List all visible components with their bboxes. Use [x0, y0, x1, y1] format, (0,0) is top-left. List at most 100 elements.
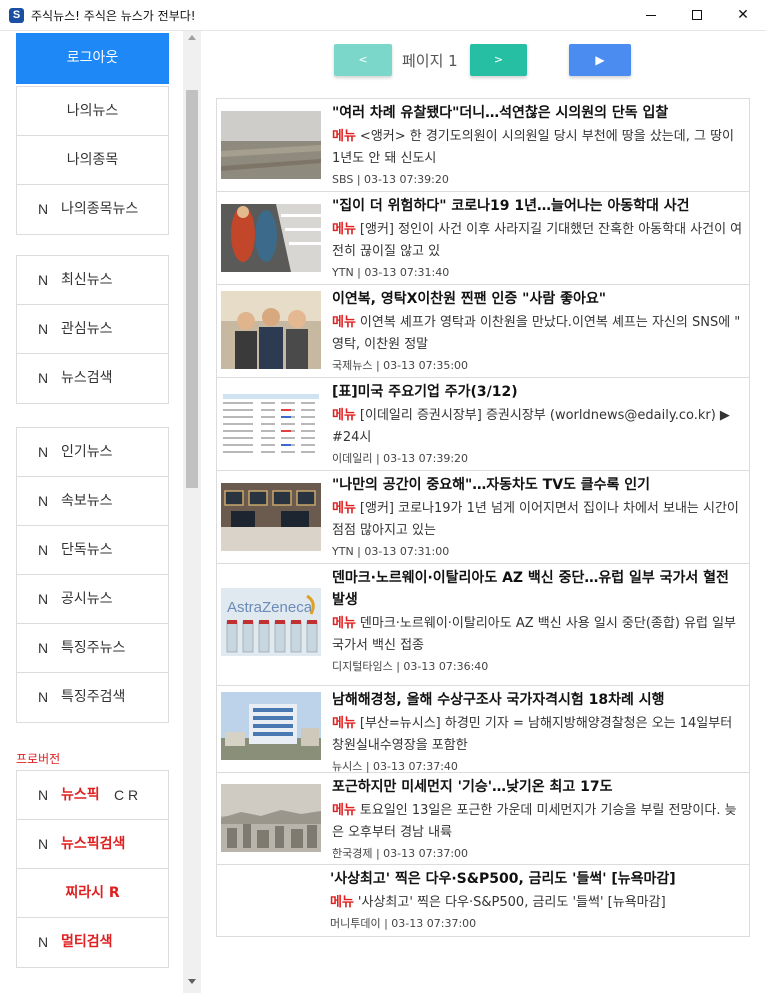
news-menu-link[interactable]: 메뉴 [332, 315, 356, 330]
news-menu-link[interactable]: 메뉴 [332, 803, 356, 818]
sidebar-item-label: 공시뉴스 [61, 591, 113, 607]
news-item[interactable]: 포근하지만 미세먼지 '기승'…낮기온 최고 17도 메뉴 토요일인 13일은 포… [217, 773, 749, 865]
sidebar-item-my-stocks[interactable]: 나의종목 [17, 136, 168, 185]
news-summary-text: '사상최고' 찍은 다우·S&P500, 금리도 '들썩' [뉴욕마감] [357, 895, 666, 910]
sidebar-item-label: 속보뉴스 [61, 493, 113, 509]
news-summary-text: [이데일리 증권시장부] 증권시장부 (worldnews@edaily.co.… [332, 408, 730, 445]
logout-button[interactable]: 로그아웃 [16, 33, 169, 84]
prev-page-button[interactable]: < [334, 44, 392, 76]
news-thumbnail [221, 483, 321, 551]
news-summary-text: [앵커] 코로나19가 1년 넘게 이어지면서 집이나 차에서 보내는 시간이 … [332, 501, 739, 538]
sidebar-item-multi-search[interactable]: N 멀티검색 [17, 918, 168, 967]
news-item[interactable]: "여러 차례 유찰됐다"더니…석연찮은 시의원의 단독 입찰 메뉴 <앵커> 한 … [217, 99, 749, 192]
sidebar-item-interest-news[interactable]: N 관심뉴스 [17, 305, 168, 354]
news-summary: 메뉴 이연복 셰프가 영탁과 이찬원을 만났다.이연복 셰프는 자신의 SNS에 … [332, 312, 745, 356]
news-title[interactable]: 포근하지만 미세먼지 '기승'…낮기온 최고 17도 [332, 776, 745, 798]
sidebar: 로그아웃 나의뉴스 나의종목 N 나의종목뉴스 N 최신뉴스 N 관심뉴스 N … [0, 31, 201, 993]
sidebar-item-label: 특징주검색 [61, 689, 126, 705]
new-badge: N [38, 689, 49, 705]
new-badge: N [38, 370, 49, 386]
news-menu-link[interactable]: 메뉴 [332, 716, 356, 731]
news-thumbnail [221, 111, 321, 179]
news-summary: 메뉴 '사상최고' 찍은 다우·S&P500, 금리도 '들썩' [뉴욕마감] [330, 892, 745, 914]
news-title[interactable]: "집이 더 위험하다" 코로나19 1년…늘어나는 아동학대 사건 [332, 195, 745, 217]
news-title[interactable]: '사상최고' 찍은 다우·S&P500, 금리도 '들썩' [뉴욕마감] [330, 868, 745, 890]
svg-text:AstraZeneca: AstraZeneca [227, 599, 313, 616]
next-page-button[interactable]: > [470, 44, 527, 76]
news-meta: 이데일리 | 03-13 07:39:20 [332, 452, 469, 465]
new-badge: N [38, 201, 49, 217]
new-badge: N [38, 640, 49, 656]
news-title[interactable]: 이연복, 영탁X이찬원 찐팬 인증 "사람 좋아요" [332, 288, 745, 310]
sidebar-group-pro: N 뉴스픽 C R N 뉴스픽검색 찌라시 R N 멀티검색 [16, 770, 169, 968]
news-item[interactable]: '사상최고' 찍은 다우·S&P500, 금리도 '들썩' [뉴욕마감] 메뉴 '… [217, 865, 749, 936]
news-meta: 머니투데이 | 03-13 07:37:00 [330, 917, 477, 930]
sidebar-item-label: 특징주뉴스 [61, 640, 126, 656]
news-summary: 메뉴 [앵커] 코로나19가 1년 넘게 이어지면서 집이나 차에서 보내는 시간… [332, 498, 745, 542]
sidebar-group-my: 나의뉴스 나의종목 N 나의종목뉴스 [16, 86, 169, 235]
new-badge: N [38, 934, 49, 950]
sidebar-item-feature-stock-search[interactable]: N 특징주검색 [17, 673, 168, 722]
news-thumbnail [221, 392, 321, 460]
news-title[interactable]: 남해해경청, 올해 수상구조사 국가자격시험 18차례 시행 [332, 689, 745, 711]
news-thumbnail [221, 291, 321, 369]
app-logo-icon: S [9, 8, 24, 23]
news-title[interactable]: [표]미국 주요기업 주가(3/12) [332, 381, 745, 403]
new-badge: N [38, 493, 49, 509]
scroll-up-icon[interactable] [188, 35, 196, 40]
news-title[interactable]: 덴마크·노르웨이·이탈리아도 AZ 백신 중단…유럽 일부 국가서 혈전 발생 [332, 567, 745, 611]
new-badge: N [38, 321, 49, 337]
sidebar-item-newspick-search[interactable]: N 뉴스픽검색 [17, 820, 168, 869]
maximize-button[interactable] [674, 0, 720, 31]
news-item[interactable]: [표]미국 주요기업 주가(3/12) 메뉴 [이데일리 증권시장부] 증권시장부… [217, 378, 749, 471]
new-badge: N [38, 444, 49, 460]
news-summary-text: [앵커] 정인이 사건 이후 사라지길 기대했던 잔혹한 아동학대 사건이 여전… [332, 222, 743, 259]
news-thumbnail: AstraZeneca [221, 588, 321, 656]
sidebar-item-news-search[interactable]: N 뉴스검색 [17, 354, 168, 403]
sidebar-item-label: 뉴스검색 [61, 370, 113, 386]
news-menu-link[interactable]: 메뉴 [332, 222, 356, 237]
sidebar-item-label: 찌라시 R [65, 885, 120, 901]
sidebar-item-disclosure-news[interactable]: N 공시뉴스 [17, 575, 168, 624]
sidebar-item-exclusive-news[interactable]: N 단독뉴스 [17, 526, 168, 575]
news-summary-text: 토요일인 13일은 포근한 가운데 미세먼지가 기승을 부릴 전망이다. 늦은 … [332, 803, 737, 840]
new-badge: N [38, 836, 49, 852]
news-item[interactable]: "집이 더 위험하다" 코로나19 1년…늘어나는 아동학대 사건 메뉴 [앵커]… [217, 192, 749, 285]
play-button[interactable]: ▶ [569, 44, 631, 76]
news-item[interactable]: AstraZeneca 덴마크·노르웨이·이탈리아도 AZ 백신 중단…유럽 일… [217, 564, 749, 686]
news-title[interactable]: "나만의 공간이 중요해"…자동차도 TV도 클수록 인기 [332, 474, 745, 496]
minimize-button[interactable] [628, 0, 674, 31]
news-meta: YTN | 03-13 07:31:40 [332, 266, 450, 279]
sidebar-item-label: 뉴스픽 [61, 787, 100, 803]
sidebar-item-my-stock-news[interactable]: N 나의종목뉴스 [17, 185, 168, 234]
sidebar-item-label: 관심뉴스 [61, 321, 113, 337]
scroll-down-icon[interactable] [188, 979, 196, 984]
scroll-thumb[interactable] [186, 90, 198, 488]
sidebar-item-rumor[interactable]: 찌라시 R [17, 869, 168, 918]
news-menu-link[interactable]: 메뉴 [332, 616, 356, 631]
sidebar-item-breaking-news[interactable]: N 속보뉴스 [17, 477, 168, 526]
news-item[interactable]: "나만의 공간이 중요해"…자동차도 TV도 클수록 인기 메뉴 [앵커] 코로나… [217, 471, 749, 564]
minimize-icon [646, 14, 656, 16]
news-summary-text: <앵커> 한 경기도의원이 시의원일 당시 부천에 땅을 샀는데, 그 땅이 1… [332, 129, 734, 166]
sidebar-item-my-news[interactable]: 나의뉴스 [17, 87, 168, 136]
news-menu-link[interactable]: 메뉴 [332, 129, 356, 144]
new-badge: N [38, 542, 49, 558]
sidebar-item-feature-stock-news[interactable]: N 특징주뉴스 [17, 624, 168, 673]
news-menu-link[interactable]: 메뉴 [330, 895, 354, 910]
news-summary: 메뉴 <앵커> 한 경기도의원이 시의원일 당시 부천에 땅을 샀는데, 그 땅이… [332, 126, 745, 170]
news-summary: 메뉴 덴마크·노르웨이·이탈리아도 AZ 백신 사용 일시 중단(종합) 유럽 일… [332, 613, 745, 657]
sidebar-item-newspick[interactable]: N 뉴스픽 C R [17, 771, 168, 820]
news-menu-link[interactable]: 메뉴 [332, 501, 356, 516]
news-item[interactable]: 이연복, 영탁X이찬원 찐팬 인증 "사람 좋아요" 메뉴 이연복 셰프가 영탁과… [217, 285, 749, 378]
close-button[interactable]: ✕ [720, 0, 766, 31]
sidebar-item-latest-news[interactable]: N 최신뉴스 [17, 256, 168, 305]
sidebar-item-label: 최신뉴스 [61, 272, 113, 288]
news-title[interactable]: "여러 차례 유찰됐다"더니…석연찮은 시의원의 단독 입찰 [332, 102, 745, 124]
sidebar-item-popular-news[interactable]: N 인기뉴스 [17, 428, 168, 477]
cr-badges: C R [114, 787, 139, 803]
sidebar-scrollbar[interactable] [183, 31, 201, 993]
new-badge: N [38, 787, 49, 803]
news-menu-link[interactable]: 메뉴 [332, 408, 356, 423]
news-item[interactable]: 남해해경청, 올해 수상구조사 국가자격시험 18차례 시행 메뉴 [부산=뉴시스… [217, 686, 749, 773]
